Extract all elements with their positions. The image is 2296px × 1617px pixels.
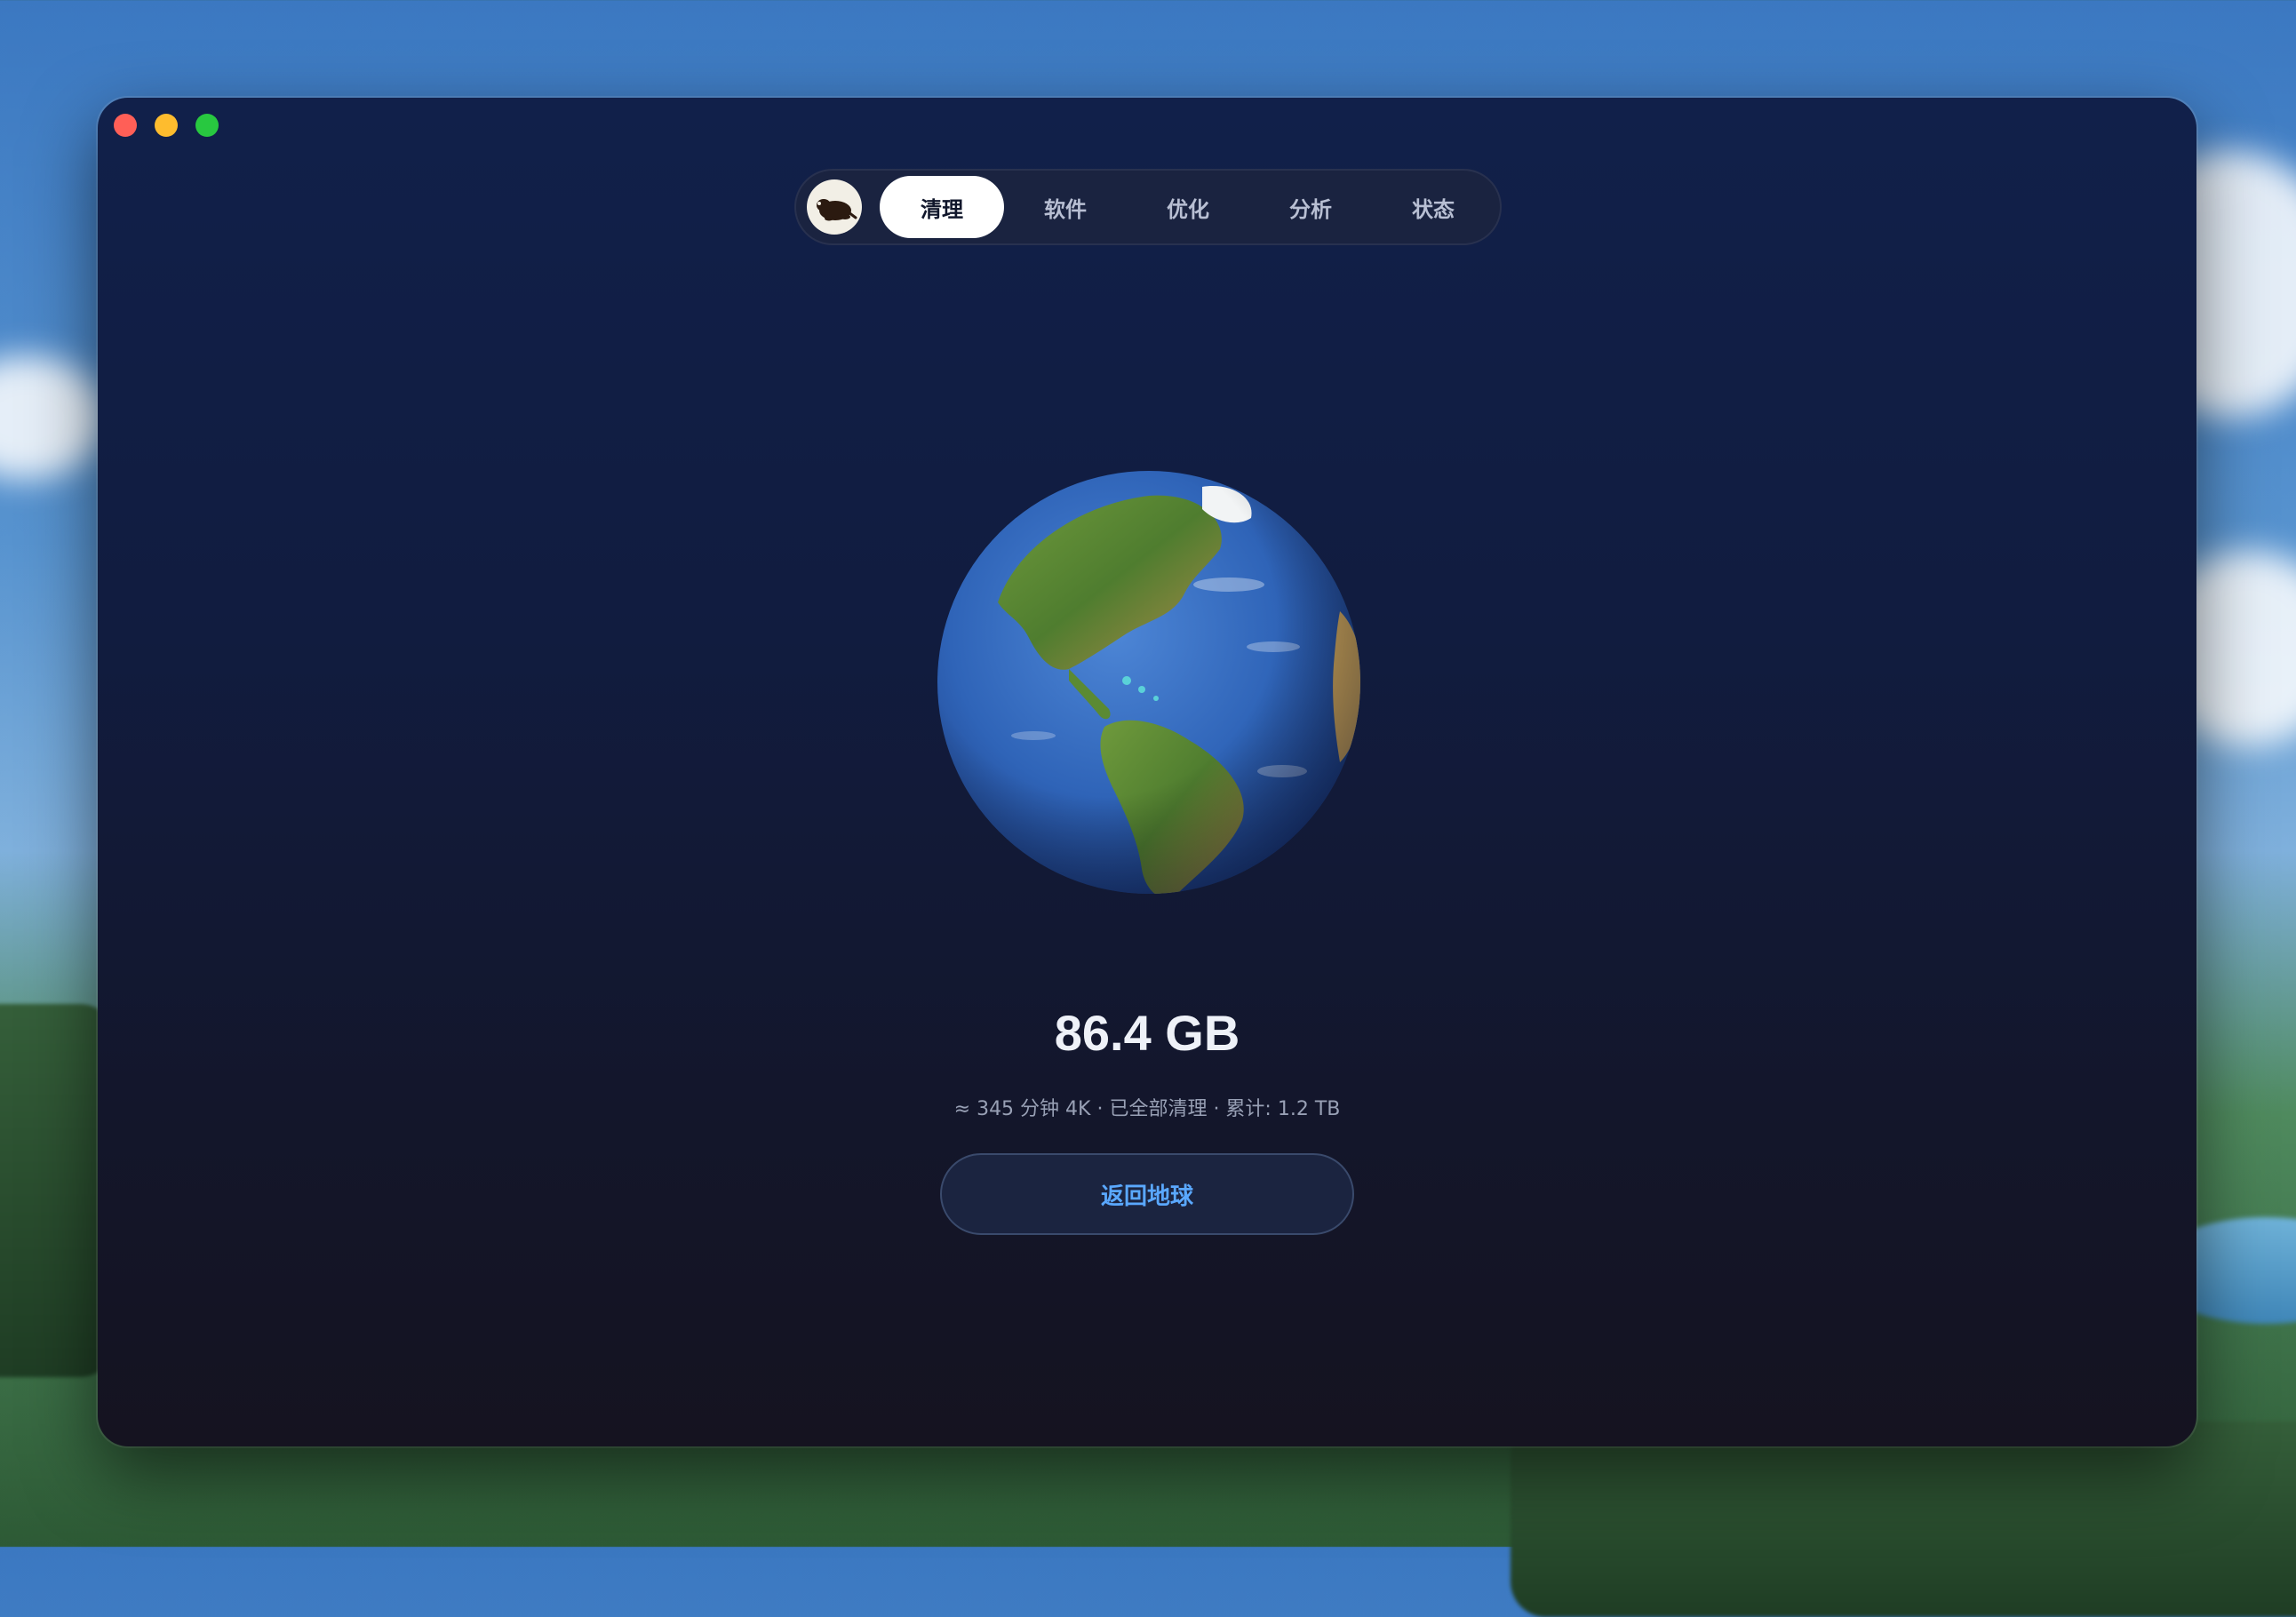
back-to-earth-button[interactable]: 返回地球 xyxy=(940,1153,1354,1235)
tab-clean[interactable]: 清理 xyxy=(880,176,1004,238)
tab-optimize[interactable]: 优化 xyxy=(1127,176,1249,238)
tab-status[interactable]: 状态 xyxy=(1372,176,1495,238)
minimize-button[interactable] xyxy=(155,114,178,137)
traffic-lights xyxy=(114,114,219,137)
wallpaper-forest xyxy=(1511,1422,2296,1617)
zoom-button[interactable] xyxy=(195,114,219,137)
mole-logo-icon[interactable] xyxy=(807,179,862,235)
tab-analyze[interactable]: 分析 xyxy=(1249,176,1372,238)
wallpaper-cloud xyxy=(0,355,107,480)
clean-summary: ≈ 345 分钟 4K · 已全部清理 · 累计: 1.2 TB xyxy=(953,1098,1341,1120)
earth-globe-icon[interactable] xyxy=(936,469,1362,896)
close-button[interactable] xyxy=(114,114,137,137)
cleaned-amount: 86.4 GB xyxy=(1054,1005,1240,1061)
tab-bar: 清理 软件 优化 分析 状态 xyxy=(794,169,1502,245)
tab-software[interactable]: 软件 xyxy=(1004,176,1127,238)
app-window: 清理 软件 优化 分析 状态 86.4 GB ≈ 345 分钟 4K · 已全部… xyxy=(98,98,2196,1446)
